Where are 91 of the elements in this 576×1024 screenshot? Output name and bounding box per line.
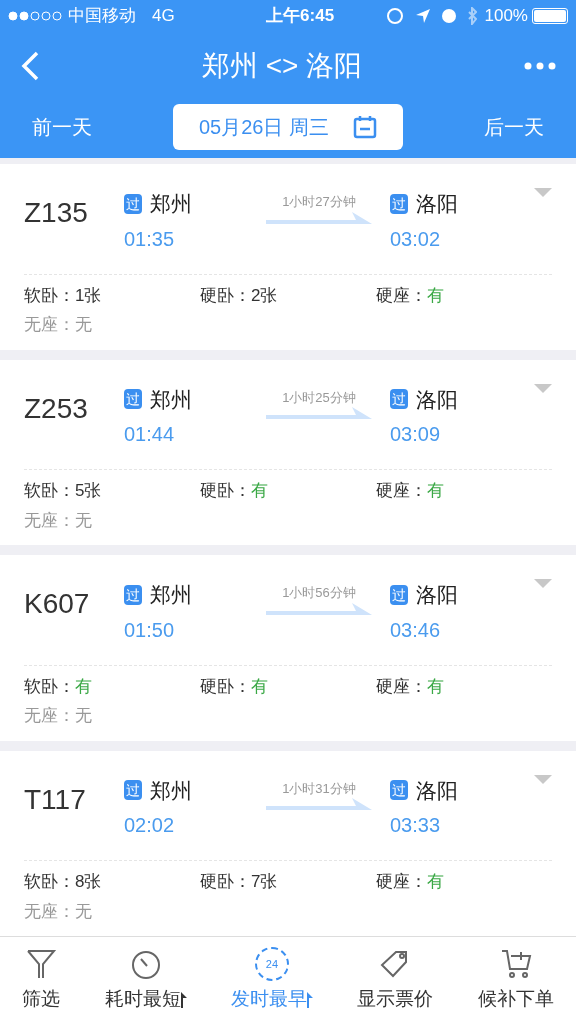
pass-badge: 过 [124, 584, 142, 605]
station-name: 洛阳 [416, 582, 458, 608]
seat-count: 7张 [251, 871, 278, 893]
duration: 1小时25分钟 [282, 388, 356, 407]
network-type: 4G [152, 5, 175, 28]
arrive-time: 03:02 [390, 226, 442, 252]
seat-type: 无座： [24, 509, 75, 532]
seat-count: 无 [75, 509, 92, 532]
arrow-icon [266, 798, 372, 810]
seat-count: 有 [251, 675, 268, 698]
calendar-icon [353, 115, 378, 139]
seat-count: 5张 [75, 480, 102, 502]
seat-count: 有 [251, 480, 268, 502]
station-name: 洛阳 [416, 386, 458, 413]
seat-count: 有 [427, 284, 444, 307]
depart-time: 01:44 [124, 422, 176, 447]
tab-button[interactable]: 显示票价 [357, 947, 434, 1014]
train-number: Z253 [24, 391, 89, 426]
seat-count: 1张 [75, 284, 102, 307]
seat-count: 有 [427, 675, 444, 698]
sort-icon [306, 991, 313, 1008]
sort-icon [180, 991, 187, 1008]
back-icon[interactable] [20, 51, 40, 81]
depart-time: 01:35 [124, 226, 176, 252]
seat-count: 有 [427, 871, 444, 893]
seat-type: 软卧： [24, 675, 75, 698]
depart-time: 02:02 [124, 813, 176, 838]
pass-badge: 过 [390, 193, 408, 214]
arrow-icon [266, 407, 372, 419]
arrive-time: 03:09 [390, 422, 442, 447]
duration: 1小时56分钟 [282, 584, 356, 602]
pass-badge: 过 [124, 193, 142, 214]
more-icon[interactable] [524, 62, 556, 70]
station-name: 郑州 [150, 386, 192, 413]
seat-count: 2张 [251, 284, 278, 307]
arrow-icon [266, 211, 372, 224]
battery-percent: 100% [484, 5, 528, 28]
pass-badge: 过 [124, 780, 142, 801]
signal-icon [8, 11, 64, 21]
tab-button[interactable]: 耗时最短 [104, 947, 187, 1014]
arrive-time: 03:33 [390, 813, 442, 838]
location-icon [415, 9, 430, 23]
seat-count: 无 [75, 314, 92, 336]
bluetooth-icon [467, 7, 477, 25]
pass-badge: 过 [124, 389, 142, 410]
caret-icon[interactable] [534, 383, 552, 394]
seat-count: 有 [75, 675, 92, 698]
seat-type: 硬座： [376, 284, 427, 307]
seat-count: 无 [75, 705, 92, 727]
duration: 1小时27分钟 [282, 193, 356, 211]
seat-type: 软卧： [24, 480, 75, 502]
seat-type: 硬卧： [200, 871, 251, 893]
duration: 1小时31分钟 [282, 779, 356, 798]
arrow-icon [266, 602, 372, 615]
train-number: Z135 [24, 196, 89, 230]
seat-type: 软卧： [24, 284, 75, 307]
seat-type: 无座： [24, 900, 75, 923]
seat-type: 硬卧： [200, 675, 251, 698]
tab-button[interactable]: 筛选 [22, 947, 61, 1014]
seat-type: 硬座： [376, 675, 427, 698]
seat-type: 硬座： [376, 480, 427, 502]
seat-count: 无 [75, 900, 92, 923]
battery-icon [532, 8, 568, 24]
tab-button[interactable]: 候补下单 [477, 947, 554, 1014]
seat-count: 8张 [75, 871, 102, 893]
seat-type: 无座： [24, 314, 75, 336]
arrive-time: 03:46 [390, 617, 442, 643]
clock: 上午6:45 [265, 5, 335, 28]
station-name: 郑州 [150, 582, 192, 608]
nav-title: 郑州 <> 洛阳 [200, 49, 364, 83]
pass-badge: 过 [390, 389, 408, 410]
caret-icon[interactable] [534, 188, 552, 198]
station-name: 郑州 [150, 191, 192, 217]
pass-badge: 过 [390, 584, 408, 605]
caret-icon[interactable] [534, 774, 552, 785]
seat-type: 硬卧： [200, 480, 251, 502]
station-name: 洛阳 [416, 191, 458, 217]
train-number: K607 [24, 587, 91, 621]
seat-type: 硬卧： [200, 284, 251, 307]
train-number: T117 [24, 782, 87, 817]
seat-count: 有 [427, 480, 444, 502]
caret-icon[interactable] [534, 579, 552, 589]
station-name: 洛阳 [416, 777, 458, 804]
carrier: 中国移动 [68, 5, 136, 28]
seat-type: 软卧： [24, 871, 75, 893]
pass-badge: 过 [390, 780, 408, 801]
depart-time: 01:50 [124, 617, 176, 643]
seat-type: 无座： [24, 705, 75, 727]
seat-type: 硬座： [376, 871, 427, 893]
clock-icon: 24 [254, 947, 289, 982]
station-name: 郑州 [150, 777, 192, 804]
